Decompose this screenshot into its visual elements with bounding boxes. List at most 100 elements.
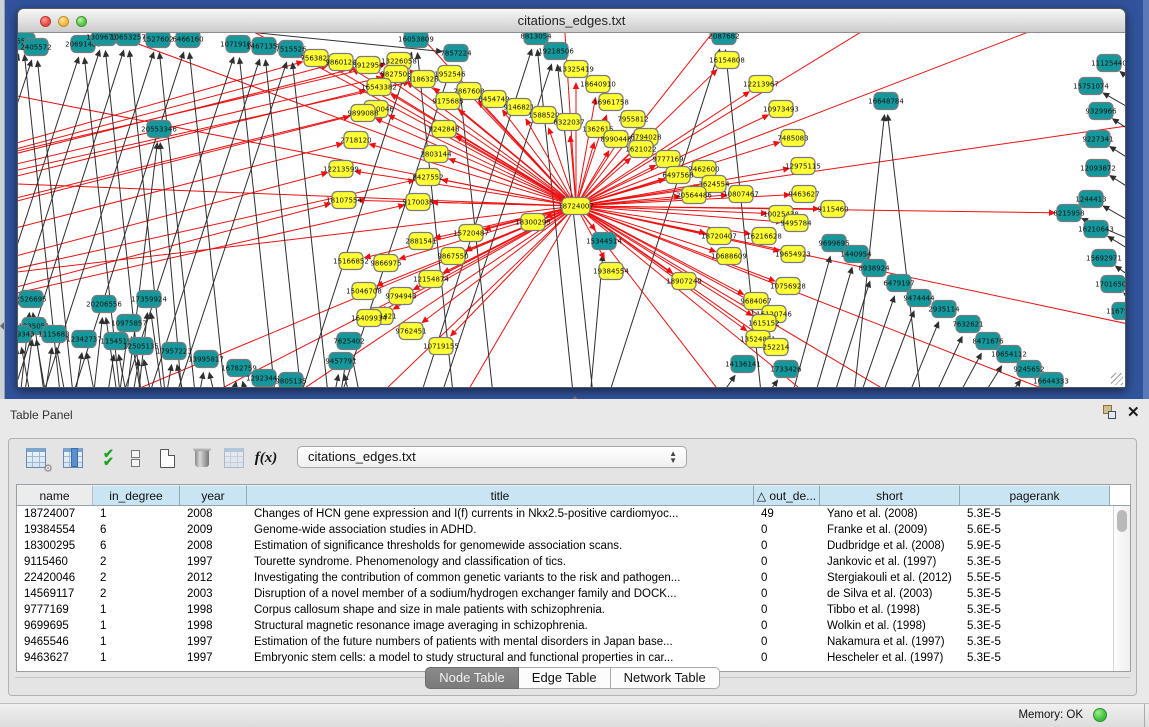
graph-node-9495784[interactable]: 9495784: [780, 215, 812, 232]
table-row[interactable]: 1830029562008Estimation of significance …: [17, 538, 1113, 554]
column-header-pagerank[interactable]: pagerank: [960, 485, 1110, 505]
graph-node-2935114[interactable]: 2935114: [928, 301, 960, 318]
graph-node-10756928[interactable]: 10756928: [770, 278, 806, 295]
table-row[interactable]: 946362711997Embryonic stem cells: a mode…: [17, 650, 1113, 666]
graph-node-11125440[interactable]: 11125440: [1091, 55, 1125, 72]
tab-node-table[interactable]: Node Table: [425, 667, 519, 689]
network-view-window[interactable]: citations_edges.txt 18724007105572324055…: [17, 8, 1126, 388]
rows-button[interactable]: [122, 445, 148, 471]
graph-node-2087682[interactable]: 2087682: [708, 33, 739, 45]
graph-node-9329966[interactable]: 9329966: [1085, 103, 1117, 120]
close-panel-icon[interactable]: ✕: [1127, 403, 1140, 421]
graph-node-9899088[interactable]: 9899088: [347, 105, 378, 122]
graph-node-252214[interactable]: 252214: [763, 339, 790, 356]
graph-node-19384554[interactable]: 19384554: [593, 263, 629, 280]
graph-node-6497568[interactable]: 6497568: [662, 167, 693, 184]
window-resize-grip[interactable]: [1111, 373, 1123, 385]
graph-node-15751074[interactable]: 15751074: [1073, 78, 1109, 95]
graph-node-7485083[interactable]: 7485083: [777, 130, 808, 147]
graph-node-7857224[interactable]: 7857224: [440, 45, 472, 62]
graph-node-9175685[interactable]: 9175685: [432, 93, 463, 110]
column-header-short[interactable]: short: [820, 485, 960, 505]
float-panel-icon[interactable]: [1101, 405, 1118, 421]
column-header-year[interactable]: year: [180, 485, 247, 505]
graph-node-18107554[interactable]: 18107554: [326, 192, 362, 209]
right-panel-splitter[interactable]: [1143, 0, 1149, 399]
tab-edge-table[interactable]: Edge Table: [519, 667, 611, 689]
column-header-name[interactable]: name: [17, 485, 93, 505]
graph-node-9805135[interactable]: 9805135: [275, 373, 306, 388]
graph-node-20206556[interactable]: 20206556: [86, 296, 122, 313]
window-titlebar[interactable]: citations_edges.txt: [18, 9, 1125, 33]
graph-node-9794943[interactable]: 9794943: [385, 288, 416, 305]
graph-node-9227341[interactable]: 9227341: [1082, 131, 1113, 148]
graph-node-15046708[interactable]: 15046708: [346, 283, 382, 300]
graph-node-18907249[interactable]: 18907249: [666, 273, 702, 290]
graph-node-17359924[interactable]: 17359924: [131, 291, 167, 308]
left-panel-splitter[interactable]: [0, 0, 5, 399]
new-table-button[interactable]: [154, 445, 180, 471]
table-row[interactable]: 969969511998Structural magnetic resonanc…: [17, 618, 1113, 634]
graph-node-2803144[interactable]: 2803144: [420, 146, 452, 163]
graph-node-9463627[interactable]: 9463627: [788, 186, 819, 203]
graph-node-7955812[interactable]: 7955812: [617, 111, 648, 128]
splitter-collapse-icon[interactable]: [0, 322, 4, 330]
graph-node-8322037[interactable]: 8322037: [553, 114, 584, 131]
graph-node-9777169[interactable]: 9777169: [652, 151, 683, 168]
graph-node-2881541[interactable]: 2881541: [405, 233, 436, 250]
graph-node-6466160[interactable]: 6466160: [172, 33, 203, 48]
graph-node-1952546[interactable]: 1952546: [434, 66, 466, 83]
graph-node-12213599[interactable]: 12213599: [323, 161, 359, 178]
table-row[interactable]: 1456911722003Disruption of a novel membe…: [17, 586, 1113, 602]
graph-node-12213967[interactable]: 12213967: [743, 76, 779, 93]
graph-node-11675343[interactable]: 11675343: [1106, 303, 1125, 320]
graph-node-16648784[interactable]: 16648784: [868, 93, 904, 110]
graph-node-1615152[interactable]: 1615152: [748, 315, 779, 332]
vertical-scrollbar[interactable]: [1113, 506, 1130, 671]
graph-node-9242848[interactable]: 9242848: [428, 121, 459, 138]
validate-rows-button[interactable]: ✔✔: [95, 445, 121, 471]
graph-node-12342737[interactable]: 12342737: [66, 331, 102, 348]
table-row[interactable]: 911546021997Tourette syndrome. Phenomeno…: [17, 554, 1113, 570]
table-row[interactable]: 1872400712008Changes of HCN gene express…: [17, 506, 1113, 522]
graph-node-9457791[interactable]: 9457791: [325, 353, 356, 370]
graph-node-16210643[interactable]: 16210643: [1078, 221, 1114, 238]
graph-node-18640910[interactable]: 18640910: [580, 76, 616, 93]
select-column-button[interactable]: [60, 445, 86, 471]
graph-node-1733426[interactable]: 1733426: [770, 361, 802, 378]
graph-node-10688609[interactable]: 10688609: [711, 248, 747, 265]
graph-node-2526695[interactable]: 2526695: [18, 291, 47, 308]
function-builder-button[interactable]: f(x): [253, 445, 279, 471]
graph-node-15166852[interactable]: 15166852: [333, 253, 369, 270]
graph-node-2718120[interactable]: 2718120: [340, 132, 371, 149]
graph-node-10975857[interactable]: 10975857: [111, 315, 147, 332]
column-header-in-degree[interactable]: in_degree: [93, 485, 180, 505]
graph-node-19654923[interactable]: 19654923: [775, 246, 811, 263]
table-row[interactable]: 2242004622012Investigating the contribut…: [17, 570, 1113, 586]
graph-node-1115683[interactable]: 1115683: [38, 326, 69, 343]
graph-node-1244413[interactable]: 1244413: [1075, 191, 1106, 208]
graph-node-18724007[interactable]: 18724007: [558, 198, 594, 215]
table-selector-dropdown[interactable]: citations_edges.txt ▲▼: [297, 446, 687, 468]
graph-node-13995817[interactable]: 13995817: [188, 351, 224, 368]
scrollbar-thumb[interactable]: [1117, 510, 1127, 532]
graph-node-10719155[interactable]: 10719155: [423, 338, 459, 355]
column-header-title[interactable]: title: [247, 485, 754, 505]
graph-node-9867550[interactable]: 9867550: [437, 248, 468, 265]
graph-node-6479197[interactable]: 6479197: [883, 275, 914, 292]
graph-node-7632621[interactable]: 7632621: [952, 316, 983, 333]
graph-node-8427552[interactable]: 8427552: [412, 169, 443, 186]
graph-node-8215958[interactable]: 8215958: [1053, 205, 1084, 222]
graph-node-9474444[interactable]: 9474444: [903, 290, 935, 307]
graph-node-2405572[interactable]: 2405572: [20, 39, 51, 56]
graph-node-12093872[interactable]: 12093872: [1080, 160, 1116, 177]
table-settings-button[interactable]: ⚙: [23, 445, 49, 471]
graph-node-16216628[interactable]: 16216628: [746, 228, 782, 245]
graph-node-1527602[interactable]: 1527602: [142, 33, 173, 48]
graph-node-12975115[interactable]: 12975115: [785, 158, 821, 175]
graph-node-9762451[interactable]: 9762451: [395, 323, 426, 340]
graph-node-8938924[interactable]: 8938924: [858, 260, 890, 277]
table-row[interactable]: 946554611997Estimation of the future num…: [17, 634, 1113, 650]
graph-node-15692971[interactable]: 15692971: [1086, 250, 1122, 267]
graph-node-9170035[interactable]: 9170035: [402, 194, 433, 211]
